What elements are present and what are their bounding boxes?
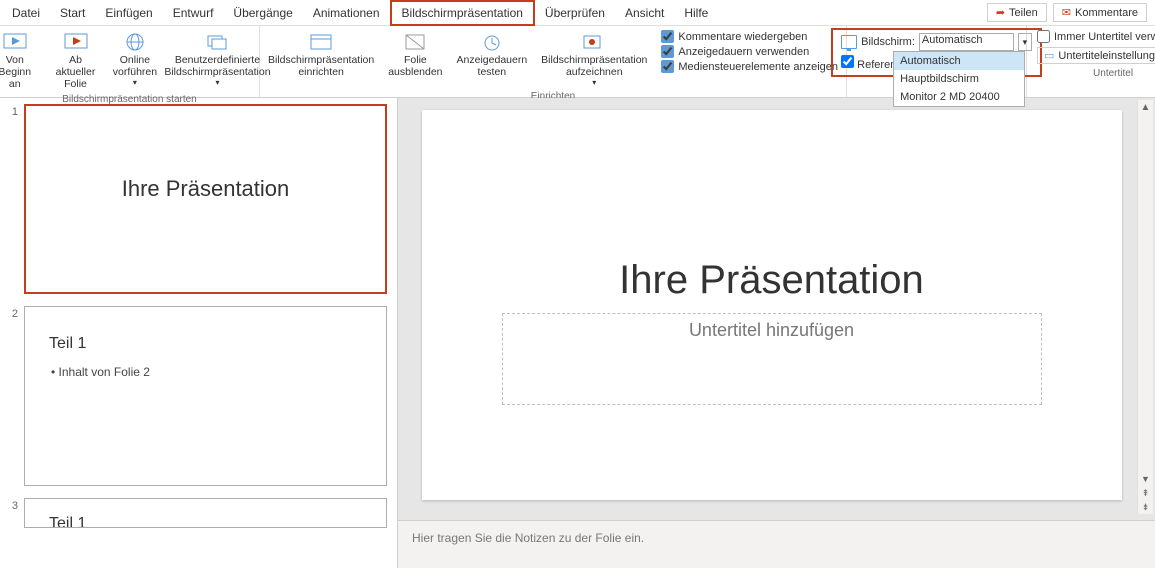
record-label: Bildschirmpräsentationaufzeichnen xyxy=(541,54,647,78)
slide-canvas-area[interactable]: Ihre Präsentation Untertitel hinzufügen xyxy=(398,98,1155,520)
btn-hide-slide[interactable]: Folieausblenden xyxy=(384,28,446,80)
tab-hilfe[interactable]: Hilfe xyxy=(674,2,718,24)
btn-setup-slideshow[interactable]: Bildschirmpräsentationeinrichten xyxy=(264,28,378,80)
group-captions: Immer Untertitel verwenden ▭ Untertitele… xyxy=(1027,26,1155,97)
thumb-number: 1 xyxy=(4,104,18,294)
tab-bildschirmpraesentation[interactable]: Bildschirmpräsentation xyxy=(390,0,535,26)
btn-from-current[interactable]: Ab aktuellerFolie xyxy=(46,28,104,92)
subtitle-settings-icon: ▭ xyxy=(1044,49,1054,62)
from-current-icon xyxy=(62,30,90,54)
group-start-slideshow: VonBeginn an Ab aktuellerFolie Onlinevor… xyxy=(0,26,260,97)
thumb-number: 2 xyxy=(4,306,18,486)
chk-use-timings[interactable]: Anzeigedauern verwenden xyxy=(661,45,838,58)
notes-pane[interactable]: Hier tragen Sie die Notizen zu der Folie… xyxy=(398,520,1155,568)
btn-record-slideshow[interactable]: Bildschirmpräsentationaufzeichnen▾ xyxy=(537,28,651,89)
next-slide-nav[interactable]: ⇟ xyxy=(1138,500,1153,514)
group-monitors: Bildschirm: Automatisch ▾ Referentena Au… xyxy=(847,26,1027,97)
thumb2-bullet: • Inhalt von Folie 2 xyxy=(51,365,368,379)
thumbnail-slide-3[interactable]: Teil 1 xyxy=(24,498,387,528)
hide-slide-label: Folieausblenden xyxy=(388,54,442,78)
tab-animationen[interactable]: Animationen xyxy=(303,2,390,24)
tab-ueberpruefen[interactable]: Überprüfen xyxy=(535,2,615,24)
rehearse-icon xyxy=(478,30,506,54)
setup-label: Bildschirmpräsentationeinrichten xyxy=(268,54,374,78)
thumb2-heading: Teil 1 xyxy=(49,335,368,353)
monitor-opt-primary[interactable]: Hauptbildschirm xyxy=(894,70,1024,88)
scroll-up[interactable]: ▲ xyxy=(1138,100,1153,116)
slide-editor: Ihre Präsentation Untertitel hinzufügen … xyxy=(398,98,1155,568)
main-area: 1 Ihre Präsentation 2 Teil 1 • Inhalt vo… xyxy=(0,98,1155,568)
custom-slideshow-icon xyxy=(203,30,231,54)
group-captions-label: Untertitel xyxy=(1093,66,1133,81)
monitor-opt-2[interactable]: Monitor 2 MD 20400 xyxy=(894,88,1024,106)
tab-einfuegen[interactable]: Einfügen xyxy=(95,2,162,24)
monitor-select[interactable]: Automatisch xyxy=(919,33,1014,51)
setup-icon xyxy=(307,30,335,54)
comments-label: Kommentare xyxy=(1075,7,1138,19)
thumbnail-slide-2[interactable]: Teil 1 • Inhalt von Folie 2 xyxy=(24,306,387,486)
tab-datei[interactable]: Datei xyxy=(2,2,50,24)
from-beginning-label: VonBeginn an xyxy=(0,54,36,90)
chk-always-subtitles[interactable]: Immer Untertitel verwenden xyxy=(1037,30,1155,43)
share-label: Teilen xyxy=(1009,7,1038,19)
tab-uebergaenge[interactable]: Übergänge xyxy=(223,2,302,24)
tab-entwurf[interactable]: Entwurf xyxy=(163,2,224,24)
ribbon: VonBeginn an Ab aktuellerFolie Onlinevor… xyxy=(0,26,1155,98)
monitor-highlight-box: Bildschirm: Automatisch ▾ Referentena Au… xyxy=(831,28,1042,77)
monitor-label: Bildschirm: xyxy=(861,36,915,48)
btn-rehearse-timings[interactable]: Anzeigedauerntesten xyxy=(453,28,532,80)
rehearse-label: Anzeigedauerntesten xyxy=(457,54,528,78)
group-start-label: Bildschirmpräsentation starten xyxy=(62,92,197,107)
btn-from-beginning[interactable]: VonBeginn an xyxy=(0,28,40,92)
chk-show-media-controls[interactable]: Mediensteuerelemente anzeigen xyxy=(661,60,838,73)
slide-subtitle-placeholder[interactable]: Untertitel hinzufügen xyxy=(502,313,1042,405)
present-online-label: Onlinevorführen xyxy=(113,54,157,78)
menu-bar: Datei Start Einfügen Entwurf Übergänge A… xyxy=(0,0,1155,26)
tab-ansicht[interactable]: Ansicht xyxy=(615,2,674,24)
vertical-scrollbar[interactable]: ▲ ▼ ⇞ ⇟ xyxy=(1137,100,1153,514)
monitor-icon xyxy=(841,35,857,49)
group-setup: Bildschirmpräsentationeinrichten Folieau… xyxy=(260,26,847,97)
chk-play-narrations[interactable]: Kommentare wiedergeben xyxy=(661,30,838,43)
btn-custom-slideshow[interactable]: BenutzerdefinierteBildschirmpräsentation… xyxy=(165,28,270,89)
custom-slideshow-label: BenutzerdefinierteBildschirmpräsentation xyxy=(164,54,270,78)
tab-start[interactable]: Start xyxy=(50,2,95,24)
share-icon: ➦ xyxy=(996,6,1005,19)
monitor-dropdown: Automatisch Hauptbildschirm Monitor 2 MD… xyxy=(893,51,1025,107)
comment-icon: ✉ xyxy=(1062,6,1071,19)
thumbnail-slide-1[interactable]: Ihre Präsentation xyxy=(24,104,387,294)
from-beginning-icon xyxy=(1,30,29,54)
subtitle-settings-label: Untertiteleinstellungen xyxy=(1058,50,1155,62)
record-icon xyxy=(580,30,608,54)
monitor-opt-auto[interactable]: Automatisch xyxy=(894,52,1024,70)
present-online-icon xyxy=(121,30,149,54)
thumb-number: 3 xyxy=(4,498,18,528)
btn-present-online[interactable]: Onlinevorführen▾ xyxy=(111,28,159,89)
slide-title[interactable]: Ihre Präsentation xyxy=(619,258,924,303)
comments-button[interactable]: ✉ Kommentare xyxy=(1053,3,1147,22)
slide-thumbnails-panel[interactable]: 1 Ihre Präsentation 2 Teil 1 • Inhalt vo… xyxy=(0,98,398,568)
prev-slide-nav[interactable]: ⇞ xyxy=(1138,486,1153,500)
scroll-track[interactable] xyxy=(1138,116,1153,462)
always-subtitles-label: Immer Untertitel verwenden xyxy=(1054,31,1155,43)
chk-narr-label: Kommentare wiedergeben xyxy=(678,31,807,43)
btn-subtitle-settings[interactable]: ▭ Untertiteleinstellungen ▾ xyxy=(1037,47,1155,64)
scroll-down[interactable]: ▼ xyxy=(1138,472,1153,486)
current-slide[interactable]: Ihre Präsentation Untertitel hinzufügen xyxy=(422,110,1122,500)
setup-checkboxes: Kommentare wiedergeben Anzeigedauern ver… xyxy=(657,28,842,75)
thumb3-heading: Teil 1 xyxy=(49,515,368,528)
thumb1-title: Ihre Präsentation xyxy=(44,176,367,202)
hide-slide-icon xyxy=(401,30,429,54)
monitor-row: Bildschirm: Automatisch ▾ xyxy=(841,33,1032,51)
from-current-label: Ab aktuellerFolie xyxy=(50,54,100,90)
chk-timings-label: Anzeigedauern verwenden xyxy=(678,46,809,58)
chk-media-label: Mediensteuerelemente anzeigen xyxy=(678,61,838,73)
share-button[interactable]: ➦ Teilen xyxy=(987,3,1047,22)
